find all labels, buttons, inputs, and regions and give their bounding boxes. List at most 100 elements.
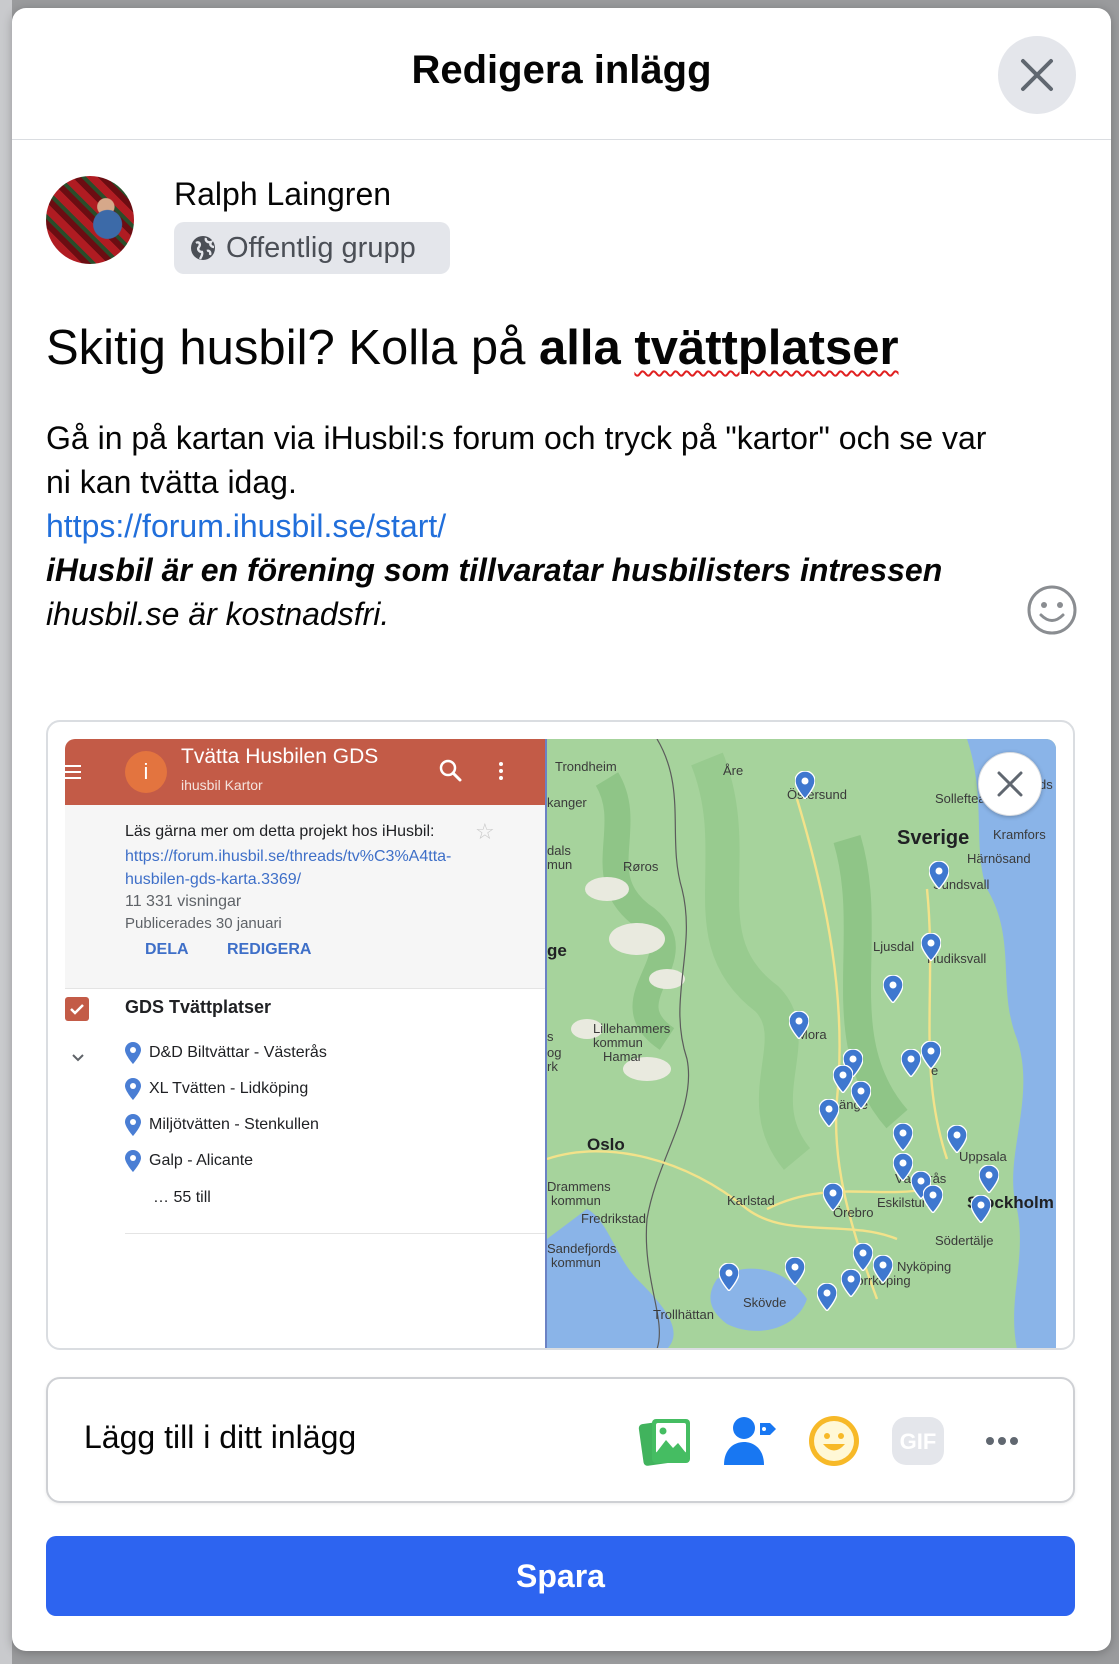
place-label: XL Tvätten - Lidköping bbox=[149, 1080, 309, 1097]
map-label: kanger bbox=[547, 795, 587, 810]
close-icon bbox=[1021, 59, 1053, 91]
dialog-header: Redigera inlägg bbox=[12, 8, 1111, 140]
author-name[interactable]: Ralph Laingren bbox=[174, 176, 391, 213]
audience-label: Offentlig grupp bbox=[226, 231, 416, 264]
place-label: Galp - Alicante bbox=[149, 1152, 254, 1169]
map-label: Røros bbox=[623, 859, 659, 874]
menu-icon bbox=[65, 761, 81, 783]
map-pin-icon bbox=[125, 1078, 141, 1100]
place-label: Miljötvätten - Stenkullen bbox=[149, 1116, 319, 1133]
place-item: XL Tvätten - Lidköping bbox=[125, 1075, 308, 1103]
map-pin-icon bbox=[819, 1099, 839, 1127]
svg-text:GIF: GIF bbox=[900, 1429, 937, 1454]
map-title: Tvätta Husbilen GDS bbox=[181, 745, 379, 768]
photo-video-icon[interactable] bbox=[638, 1413, 694, 1469]
map-label: Fredrikstad bbox=[581, 1211, 647, 1226]
post-body-editor[interactable]: Gå in på kartan via iHusbil:s forum och … bbox=[46, 416, 1036, 636]
place-item: Miljötvätten - Stenkullen bbox=[125, 1111, 319, 1139]
map-pin-icon bbox=[125, 1042, 141, 1064]
map-label: Drammens bbox=[547, 1179, 611, 1194]
map-label: Sollefteå bbox=[935, 791, 986, 806]
map-label: s bbox=[547, 1029, 554, 1044]
save-button[interactable]: Spara bbox=[46, 1536, 1075, 1616]
map-pin-icon bbox=[971, 1195, 991, 1223]
image-attachment: i Tvätta Husbilen GDS ihusbil Kartor Läs… bbox=[46, 720, 1075, 1350]
map-label: Oslo bbox=[587, 1135, 625, 1154]
globe-icon bbox=[191, 236, 215, 260]
place-item: Galp - Alicante bbox=[125, 1147, 253, 1175]
more-vertical-icon bbox=[497, 759, 505, 785]
add-to-post-bar: Lägg till i ditt inlägg GIF bbox=[46, 1377, 1075, 1503]
map-label: ge bbox=[547, 941, 567, 960]
map-label: Åre bbox=[723, 763, 744, 778]
feeling-icon[interactable] bbox=[806, 1413, 862, 1469]
map-share: DELA bbox=[145, 941, 189, 958]
map-view: Trondheim kanger Åre Östersund Sollefteå… bbox=[547, 739, 1056, 1348]
place-label: D&D Biltvättar - Västerås bbox=[149, 1044, 327, 1061]
close-dialog-button[interactable] bbox=[998, 36, 1076, 114]
place-item: D&D Biltvättar - Västerås bbox=[125, 1039, 327, 1067]
post-title-misspelled: tvättplatser bbox=[634, 321, 899, 375]
map-label: Karlstad bbox=[727, 1193, 775, 1208]
map-pin-icon bbox=[901, 1049, 921, 1077]
emoji-picker-icon[interactable] bbox=[1026, 584, 1078, 636]
map-pin-icon bbox=[853, 1243, 873, 1271]
map-pin-icon bbox=[883, 975, 903, 1003]
more-icon[interactable] bbox=[974, 1413, 1030, 1469]
map-label: kommun bbox=[551, 1193, 601, 1208]
map-published: Publicerades 30 januari bbox=[125, 915, 282, 932]
map-side-panel: i Tvätta Husbilen GDS ihusbil Kartor Läs… bbox=[65, 739, 547, 1348]
map-pin-icon bbox=[893, 1153, 913, 1181]
map-avatar: i bbox=[125, 751, 167, 793]
dialog-title: Redigera inlägg bbox=[411, 48, 712, 92]
gif-icon[interactable]: GIF bbox=[890, 1413, 946, 1469]
post-line-1: Gå in på kartan via iHusbil:s forum och … bbox=[46, 420, 987, 456]
divider bbox=[125, 1233, 545, 1234]
more-places: … 55 till bbox=[153, 1189, 211, 1206]
audience-selector[interactable]: Offentlig grupp bbox=[174, 222, 450, 274]
map-label: dals bbox=[547, 843, 571, 858]
map-pin-icon bbox=[929, 861, 949, 889]
chevron-down-icon bbox=[72, 1054, 84, 1062]
post-title-bold: alla bbox=[539, 321, 635, 375]
map-pin-icon bbox=[851, 1081, 871, 1109]
search-icon bbox=[439, 759, 462, 782]
map-pin-icon bbox=[789, 1011, 809, 1039]
post-title[interactable]: Skitig husbil? Kolla på alla tvättplatse… bbox=[46, 320, 899, 376]
map-label: Ljusdal bbox=[873, 939, 915, 954]
map-label: Nyköping bbox=[897, 1259, 952, 1274]
post-title-plain: Skitig husbil? Kolla på bbox=[46, 321, 540, 375]
check-icon bbox=[70, 1004, 84, 1015]
map-pin-icon bbox=[785, 1257, 805, 1285]
map-pin-icon bbox=[923, 1185, 943, 1213]
map-label: Sandefjords bbox=[547, 1241, 617, 1256]
map-pin-icon bbox=[719, 1263, 739, 1291]
map-label: kommun bbox=[593, 1035, 643, 1050]
map-subtitle: ihusbil Kartor bbox=[181, 777, 263, 793]
map-label: Skövde bbox=[743, 1295, 787, 1310]
map-label: Trondheim bbox=[555, 759, 617, 774]
map-panel-header: i Tvätta Husbilen GDS ihusbil Kartor bbox=[65, 739, 545, 805]
map-pin-icon bbox=[833, 1065, 853, 1093]
remove-attachment-button[interactable] bbox=[978, 752, 1042, 816]
map-pin-icon bbox=[947, 1125, 967, 1153]
close-icon bbox=[997, 771, 1023, 797]
avatar[interactable] bbox=[46, 176, 134, 264]
map-label: mun bbox=[547, 857, 573, 872]
map-pin-icon bbox=[817, 1283, 837, 1311]
star-icon: ☆ bbox=[475, 819, 495, 844]
map-pin-icon bbox=[921, 933, 941, 961]
map-views: 11 331 visningar bbox=[125, 893, 242, 910]
map-pin-icon bbox=[841, 1269, 861, 1297]
map-label: kommun bbox=[551, 1255, 601, 1270]
post-italic: ihusbil.se är kostnadsfri. bbox=[46, 596, 390, 632]
map-label: og bbox=[547, 1045, 562, 1060]
map-pin-icon bbox=[893, 1123, 913, 1151]
post-bold-italic: iHusbil är en förening som tillvaratar h… bbox=[46, 552, 943, 588]
map-label: Trollhättan bbox=[653, 1307, 714, 1322]
post-link[interactable]: https://forum.ihusbil.se/start/ bbox=[46, 504, 1036, 548]
tag-people-icon[interactable] bbox=[722, 1413, 778, 1469]
map-label: Härnösand bbox=[967, 851, 1031, 866]
edit-post-dialog: Redigera inlägg Ralph Laingren Offentlig… bbox=[12, 8, 1111, 1651]
map-label: Kramfors bbox=[993, 827, 1046, 842]
